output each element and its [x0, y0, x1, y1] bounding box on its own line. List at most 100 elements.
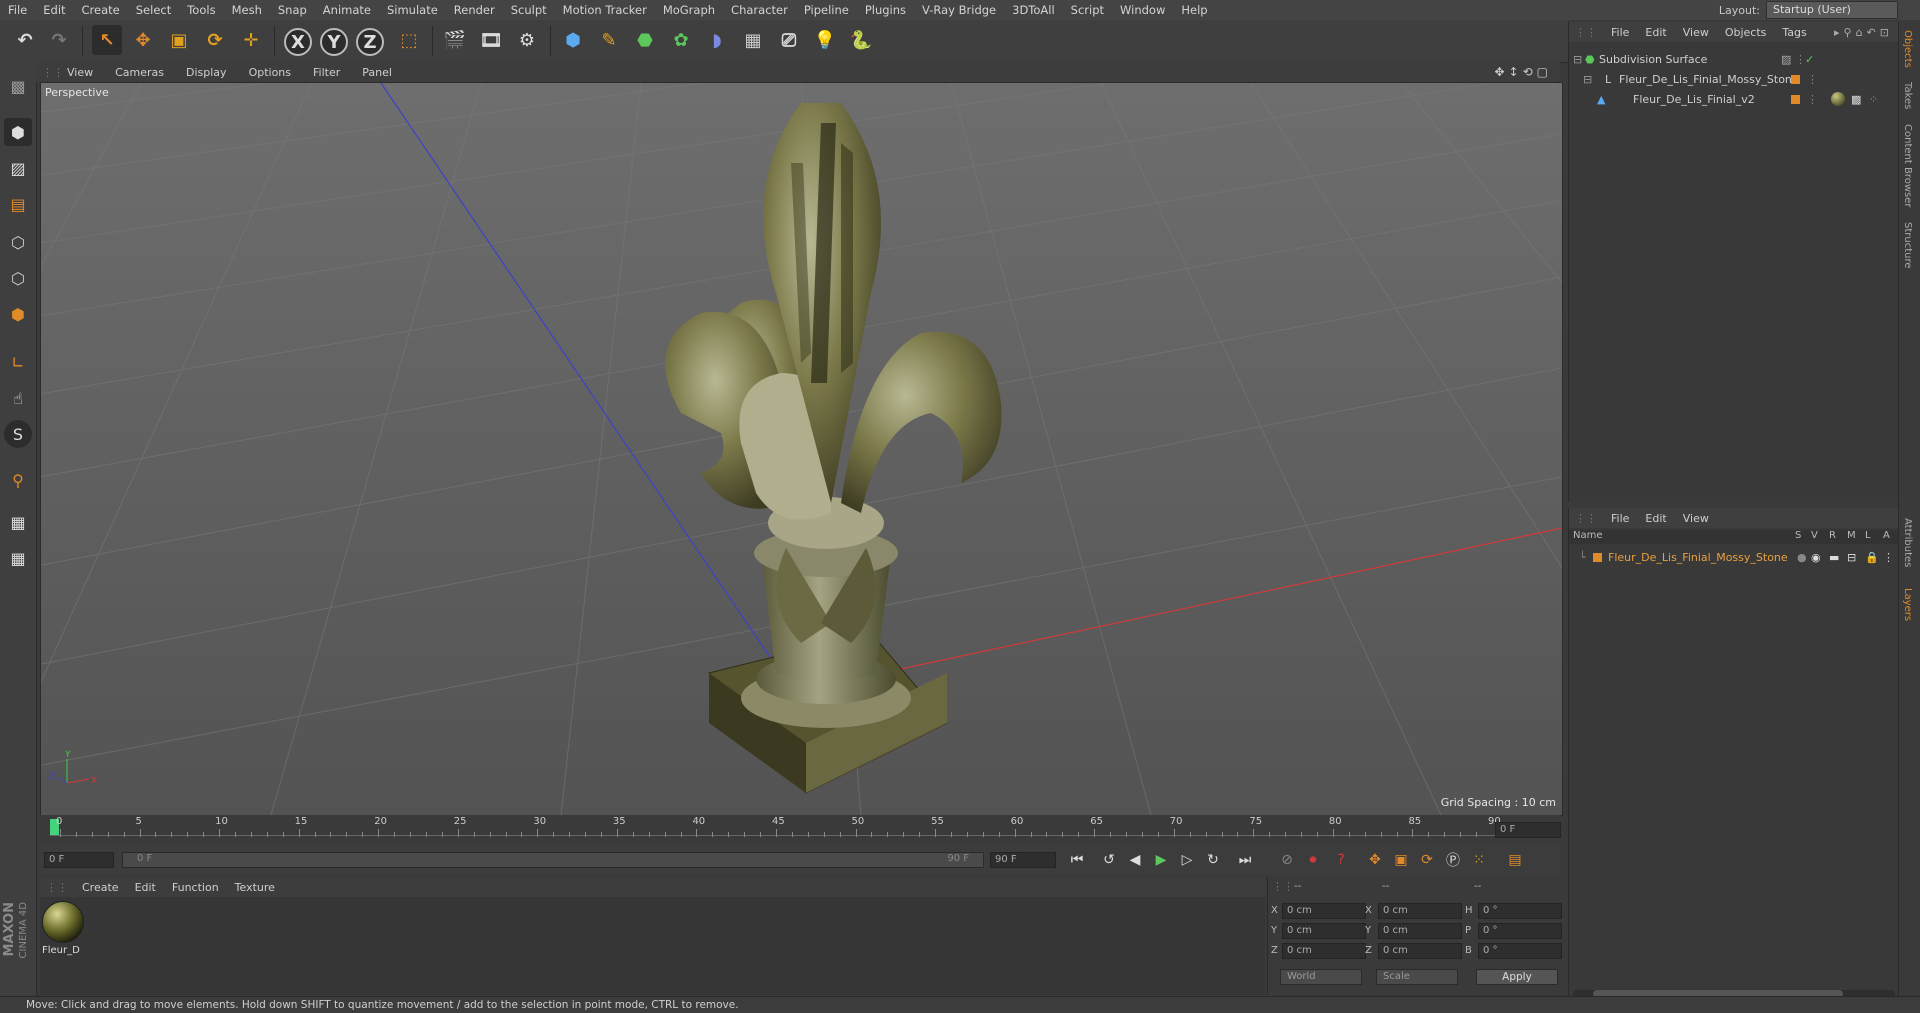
- record-motion-icon[interactable]: ⊘: [1276, 849, 1298, 871]
- live-selection-icon[interactable]: ↖: [92, 25, 122, 55]
- object-menu-objects[interactable]: Objects: [1717, 26, 1775, 39]
- timeline-ruler[interactable]: 051015202530354045505560657075808590 0 F: [40, 815, 1561, 845]
- material-swatch[interactable]: Fleur_D: [42, 901, 84, 956]
- layer-color-swatch[interactable]: [1791, 94, 1800, 104]
- menu-file[interactable]: File: [0, 3, 35, 17]
- planar-workplane-icon[interactable]: ▦: [4, 544, 32, 572]
- undo-icon[interactable]: ↶: [10, 25, 40, 55]
- object-menu-view[interactable]: View: [1675, 26, 1717, 39]
- object-row-subdivision[interactable]: ⊟ ⬣ Subdivision Surface ⋮ ▨ ✓: [1569, 50, 1899, 68]
- material-menu-create[interactable]: Create: [74, 881, 127, 894]
- key-rotation-icon[interactable]: ⟳: [1416, 849, 1438, 871]
- object-menu-file[interactable]: File: [1603, 26, 1637, 39]
- layer-menu-view[interactable]: View: [1675, 512, 1717, 525]
- x-axis-lock-icon[interactable]: X: [284, 28, 312, 56]
- floor-icon[interactable]: ▦: [738, 25, 768, 55]
- render-picture-viewer-icon[interactable]: 🎞: [476, 25, 506, 55]
- render-view-icon[interactable]: 🎬: [440, 25, 470, 55]
- menu-help[interactable]: Help: [1173, 3, 1215, 17]
- menu-simulate[interactable]: Simulate: [379, 3, 446, 17]
- axis-mode-icon[interactable]: ∟: [4, 348, 32, 376]
- manager-toggle-icon[interactable]: ⊟: [1847, 551, 1856, 564]
- rot-p-field[interactable]: 0 °: [1478, 923, 1562, 939]
- magnet-icon[interactable]: ⚲: [4, 466, 32, 494]
- menu-plugins[interactable]: Plugins: [857, 3, 914, 17]
- menu-pipeline[interactable]: Pipeline: [796, 3, 857, 17]
- collapse-icon[interactable]: ⊟: [1569, 73, 1605, 86]
- generator-toggle-icon[interactable]: ▨: [1781, 53, 1791, 66]
- move-icon[interactable]: ✥: [128, 25, 158, 55]
- coordinate-space-dropdown[interactable]: World: [1280, 969, 1362, 985]
- camera-icon[interactable]: ⎚: [774, 25, 804, 55]
- side-tab-attributes[interactable]: Attributes: [1902, 518, 1913, 567]
- menu-motion-tracker[interactable]: Motion Tracker: [555, 3, 655, 17]
- view-toggle-icon[interactable]: ◉: [1811, 551, 1821, 564]
- object-menu-edit[interactable]: Edit: [1637, 26, 1674, 39]
- transform-icon[interactable]: ✛: [236, 25, 266, 55]
- layer-name[interactable]: Fleur_De_Lis_Finial_Mossy_Stone: [1608, 551, 1788, 564]
- edges-mode-icon[interactable]: ⬡: [4, 264, 32, 292]
- render-settings-icon[interactable]: ⚙: [512, 25, 542, 55]
- render-toggle-icon[interactable]: ▬: [1829, 551, 1839, 564]
- rot-b-field[interactable]: 0 °: [1478, 943, 1562, 959]
- side-tab-structure[interactable]: Structure: [1902, 222, 1913, 269]
- viewport-menu-view[interactable]: View: [56, 66, 104, 79]
- object-row-mossy-stone[interactable]: ⊟ L Fleur_De_Lis_Finial_Mossy_Stone ⋮: [1569, 70, 1899, 88]
- viewport-nav-icons[interactable]: ✥↕⟲▢: [1494, 65, 1552, 79]
- menu-mesh[interactable]: Mesh: [224, 3, 270, 17]
- snap-icon[interactable]: S: [4, 420, 32, 448]
- viewport-menu-cameras[interactable]: Cameras: [104, 66, 175, 79]
- object-manager-tool-icons[interactable]: ▸⚲⌂↶⊡: [1834, 26, 1899, 39]
- pen-spline-icon[interactable]: ✎: [594, 25, 624, 55]
- animation-toggle-icon[interactable]: ⋮: [1883, 551, 1894, 564]
- texture-mode-icon[interactable]: ▨: [4, 154, 32, 182]
- menu-animate[interactable]: Animate: [315, 3, 379, 17]
- menu-render[interactable]: Render: [446, 3, 503, 17]
- python-icon[interactable]: 🐍: [846, 25, 876, 55]
- object-row-finial-v2[interactable]: ▲ Fleur_De_Lis_Finial_v2 ⋮ ▩ ⁘: [1569, 90, 1899, 108]
- tweak-mode-icon[interactable]: ☝: [4, 384, 32, 412]
- previous-key-icon[interactable]: ↺: [1098, 849, 1120, 871]
- side-tab-takes[interactable]: Takes: [1902, 82, 1913, 109]
- play-icon[interactable]: ▶: [1150, 849, 1172, 871]
- layer-color-swatch[interactable]: [1791, 74, 1800, 84]
- collapse-icon[interactable]: ⊟: [1569, 53, 1585, 66]
- menu-tools[interactable]: Tools: [179, 3, 223, 17]
- next-key-icon[interactable]: ↻: [1202, 849, 1224, 871]
- material-menu-edit[interactable]: Edit: [127, 881, 164, 894]
- record-icon[interactable]: ⏺: [1302, 849, 1324, 871]
- key-scale-icon[interactable]: ▣: [1390, 849, 1412, 871]
- pos-z-field[interactable]: 0 cm: [1282, 943, 1366, 959]
- key-position-icon[interactable]: ✥: [1364, 849, 1386, 871]
- subdivision-generator-icon[interactable]: ⬣: [630, 25, 660, 55]
- size-z-field[interactable]: 0 cm: [1378, 943, 1462, 959]
- autokey-icon[interactable]: ?: [1330, 849, 1352, 871]
- object-menu-tags[interactable]: Tags: [1774, 26, 1814, 39]
- material-tag-icon[interactable]: [1831, 92, 1845, 106]
- menu-window[interactable]: Window: [1112, 3, 1173, 17]
- viewport-menu-display[interactable]: Display: [175, 66, 238, 79]
- material-menu-texture[interactable]: Texture: [227, 881, 283, 894]
- key-parameter-icon[interactable]: Ⓟ: [1442, 849, 1464, 871]
- menu-vray-bridge[interactable]: V-Ray Bridge: [914, 3, 1004, 17]
- menu-select[interactable]: Select: [128, 3, 179, 17]
- menu-create[interactable]: Create: [74, 3, 128, 17]
- menu-snap[interactable]: Snap: [270, 3, 315, 17]
- y-axis-lock-icon[interactable]: Y: [320, 28, 348, 56]
- make-editable-icon[interactable]: ▩: [4, 72, 32, 100]
- menu-sculpt[interactable]: Sculpt: [503, 3, 555, 17]
- scale-icon[interactable]: ▣: [164, 25, 194, 55]
- workplane-icon[interactable]: ▤: [4, 190, 32, 218]
- lock-toggle-icon[interactable]: 🔒: [1865, 551, 1879, 564]
- previous-frame-icon[interactable]: ◀: [1124, 849, 1146, 871]
- layer-menu-file[interactable]: File: [1603, 512, 1637, 525]
- points-mode-icon[interactable]: ⬡: [4, 228, 32, 256]
- model-mode-icon[interactable]: ⬢: [4, 118, 32, 146]
- menu-edit[interactable]: Edit: [35, 3, 73, 17]
- cube-primitive-icon[interactable]: ⬢: [558, 25, 588, 55]
- end-frame-field[interactable]: 90 F: [990, 852, 1056, 868]
- menu-3dtoall[interactable]: 3DToAll: [1004, 3, 1063, 17]
- light-icon[interactable]: 💡: [810, 25, 840, 55]
- menu-script[interactable]: Script: [1063, 3, 1112, 17]
- rotate-icon[interactable]: ⟳: [200, 25, 230, 55]
